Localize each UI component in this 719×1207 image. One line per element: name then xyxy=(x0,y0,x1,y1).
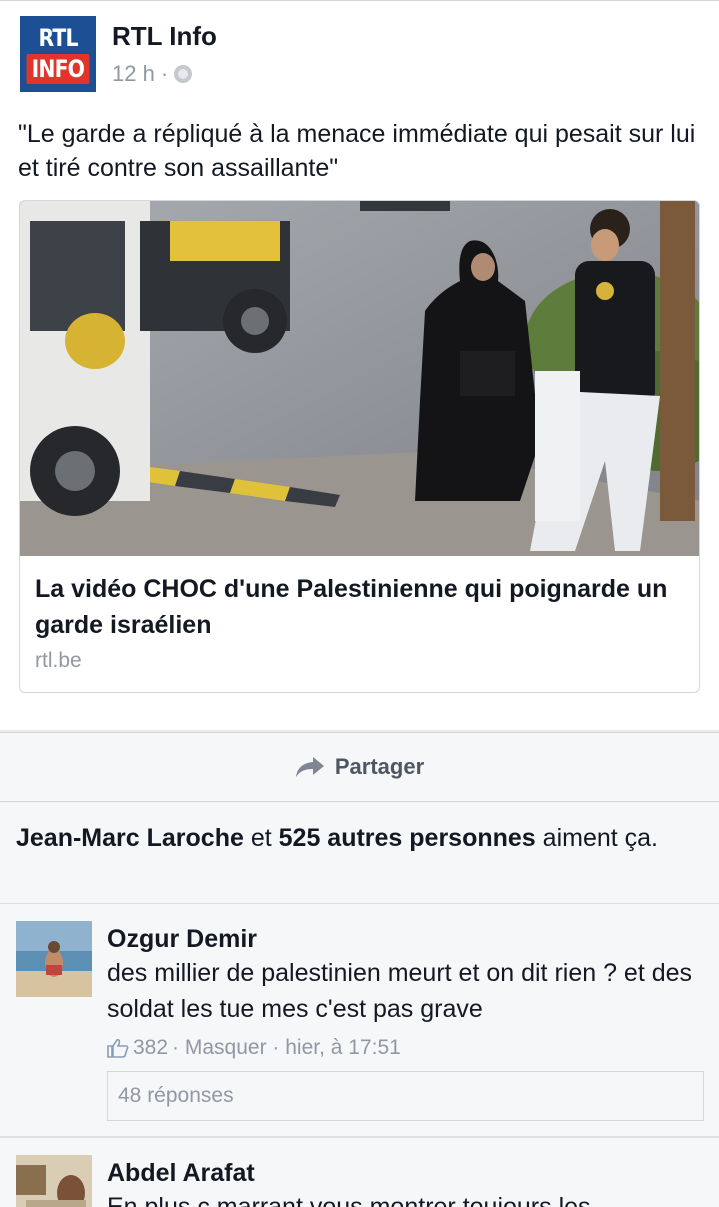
commenter-name[interactable]: Abdel Arafat xyxy=(107,1159,255,1188)
page-name-link[interactable]: RTL Info xyxy=(112,21,217,52)
comment-text: des millier de palestinien meurt et on d… xyxy=(107,959,693,1023)
commenter-avatar[interactable] xyxy=(16,1155,92,1207)
commenter-avatar[interactable] xyxy=(16,921,92,997)
link-domain: rtl.be xyxy=(35,649,82,672)
likes-suffix: aiment ça. xyxy=(542,824,659,852)
comments-section: Ozgur Demir des millier de palestinien m… xyxy=(0,904,719,1207)
comment-item: Abdel Arafat En plus c marrant vous mont… xyxy=(0,1138,719,1207)
liker-name[interactable]: Jean-Marc Laroche xyxy=(16,824,244,852)
comment-like-count[interactable]: 382 xyxy=(133,1036,168,1060)
likes-others-link[interactable]: 525 autres personnes xyxy=(279,824,536,852)
post-meta: 12 h · xyxy=(112,61,193,87)
comment-meta-text[interactable]: · Masquer · hier, à 17:51 xyxy=(172,1036,401,1060)
comment-meta: 382 · Masquer · hier, à 17:51 xyxy=(107,1036,401,1060)
likes-summary[interactable]: Jean-Marc Laroche et 525 autres personne… xyxy=(0,802,719,904)
thumbs-up-icon xyxy=(107,1038,129,1058)
share-button[interactable]: Partager xyxy=(0,732,719,802)
link-title[interactable]: La vidéo CHOC d'une Palestinienne qui po… xyxy=(35,571,685,643)
post-text: "Le garde a répliqué à la menace immédia… xyxy=(18,120,696,182)
globe-icon xyxy=(174,65,193,83)
page-avatar-logo[interactable]: RTL INFO xyxy=(20,16,96,92)
post-time[interactable]: 12 h · xyxy=(112,61,168,87)
comment-item: Ozgur Demir des millier de palestinien m… xyxy=(0,904,719,1136)
link-thumbnail-image[interactable] xyxy=(20,201,700,556)
share-arrow-icon xyxy=(295,757,324,777)
likes-connector: et xyxy=(250,824,272,852)
view-replies-button[interactable]: 48 réponses xyxy=(107,1071,704,1121)
commenter-name[interactable]: Ozgur Demir xyxy=(107,925,257,954)
comment-text: En plus c marrant vous montrer toujours … xyxy=(107,1193,591,1207)
logo-text-top: RTL xyxy=(38,23,78,52)
share-label: Partager xyxy=(334,754,425,779)
logo-text-bottom: INFO xyxy=(26,53,90,84)
link-preview[interactable]: La vidéo CHOC d'une Palestinienne qui po… xyxy=(19,200,700,693)
post-card: RTL INFO RTL Info 12 h · "Le garde a rép… xyxy=(0,0,719,730)
